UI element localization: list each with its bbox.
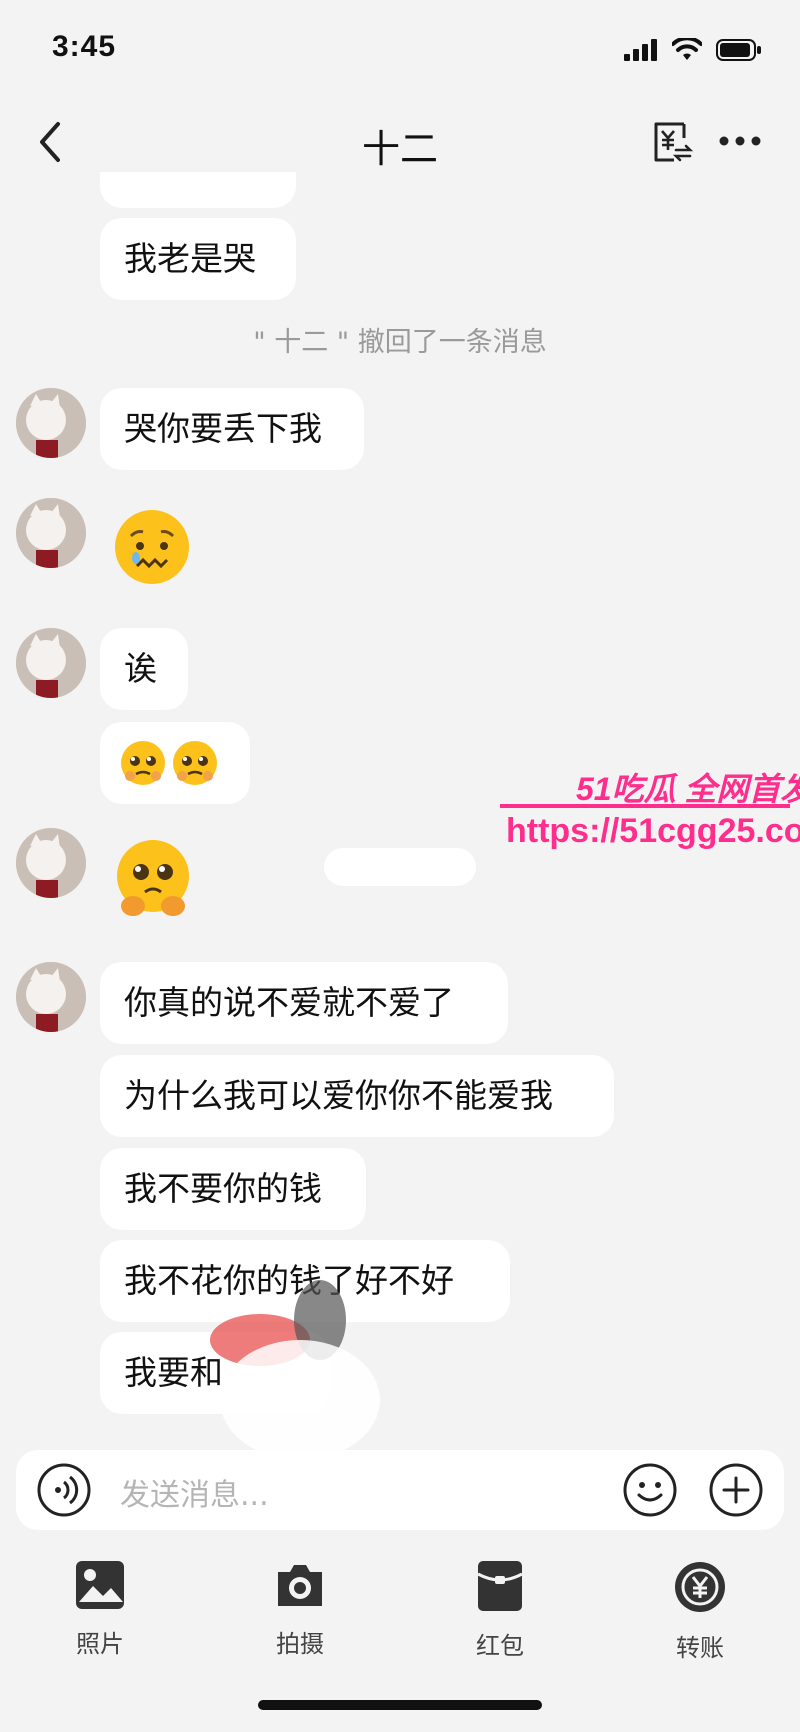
recall-notice: " 十二 " 撤回了一条消息 [253,327,547,358]
toolbar-transfer-label: 转账 [676,1634,724,1662]
cat-avatar-icon [16,388,86,458]
yen-transfer-icon[interactable] [650,120,694,164]
emoji-bubble [100,722,250,804]
toolbar-redpacket-label: 红包 [476,1632,524,1660]
cat-avatar-icon [16,962,86,1032]
avatar[interactable] [16,628,86,698]
home-indicator [258,1700,542,1710]
avatar[interactable] [16,498,86,568]
toolbar-photos[interactable]: 照片 [40,1560,160,1659]
camera-icon [278,1565,322,1606]
voice-icon[interactable] [36,1462,92,1518]
battery-icon [716,39,761,61]
message-input[interactable]: 发送消息... [120,1470,269,1514]
toolbar-redpacket[interactable]: 红包 [440,1560,560,1661]
toolbar-camera-label: 拍摄 [276,1630,324,1658]
transfer-icon [675,1562,725,1612]
cat-avatar-icon [16,498,86,568]
cat-avatar-icon [16,828,86,898]
message-bubble: 为什么我可以爱你你不能爱我 [100,1055,614,1137]
status-icons [624,38,762,62]
message-bubble: 诶 [100,628,188,710]
toolbar-camera[interactable]: 拍摄 [240,1560,360,1659]
message-bubble: 你真的说不爱就不爱了 [100,962,508,1044]
toolbar-transfer[interactable]: 转账 [640,1560,760,1663]
plus-icon[interactable] [708,1462,764,1518]
toolbar-photos-label: 照片 [76,1630,124,1658]
watermark-line [500,804,790,808]
more-icon[interactable] [716,126,764,156]
worried-emoji-icon [115,510,189,584]
photo-icon [76,1561,124,1609]
avatar[interactable] [16,962,86,1032]
blurred-bubble [324,848,476,886]
pleading-emoji-icon [173,741,217,785]
message-bubble: 我老是哭 [100,218,296,300]
message-bubble: 哭你要丢下我 [100,388,364,470]
status-time: 3:45 [52,30,117,63]
wifi-icon [672,38,702,60]
emoji-icon[interactable] [622,1462,678,1518]
cat-avatar-icon [16,628,86,698]
avatar[interactable] [16,388,86,458]
message-bubble-partial [100,172,296,208]
message-bubble: 我不要你的钱 [100,1148,366,1230]
holding-back-tears-emoji-icon [117,840,189,916]
watermark-url: https://51cgg25.com [506,812,800,850]
avatar[interactable] [16,828,86,898]
signal-icon [624,39,657,61]
redpacket-icon [477,1561,523,1611]
pleading-emoji-icon [121,741,165,785]
